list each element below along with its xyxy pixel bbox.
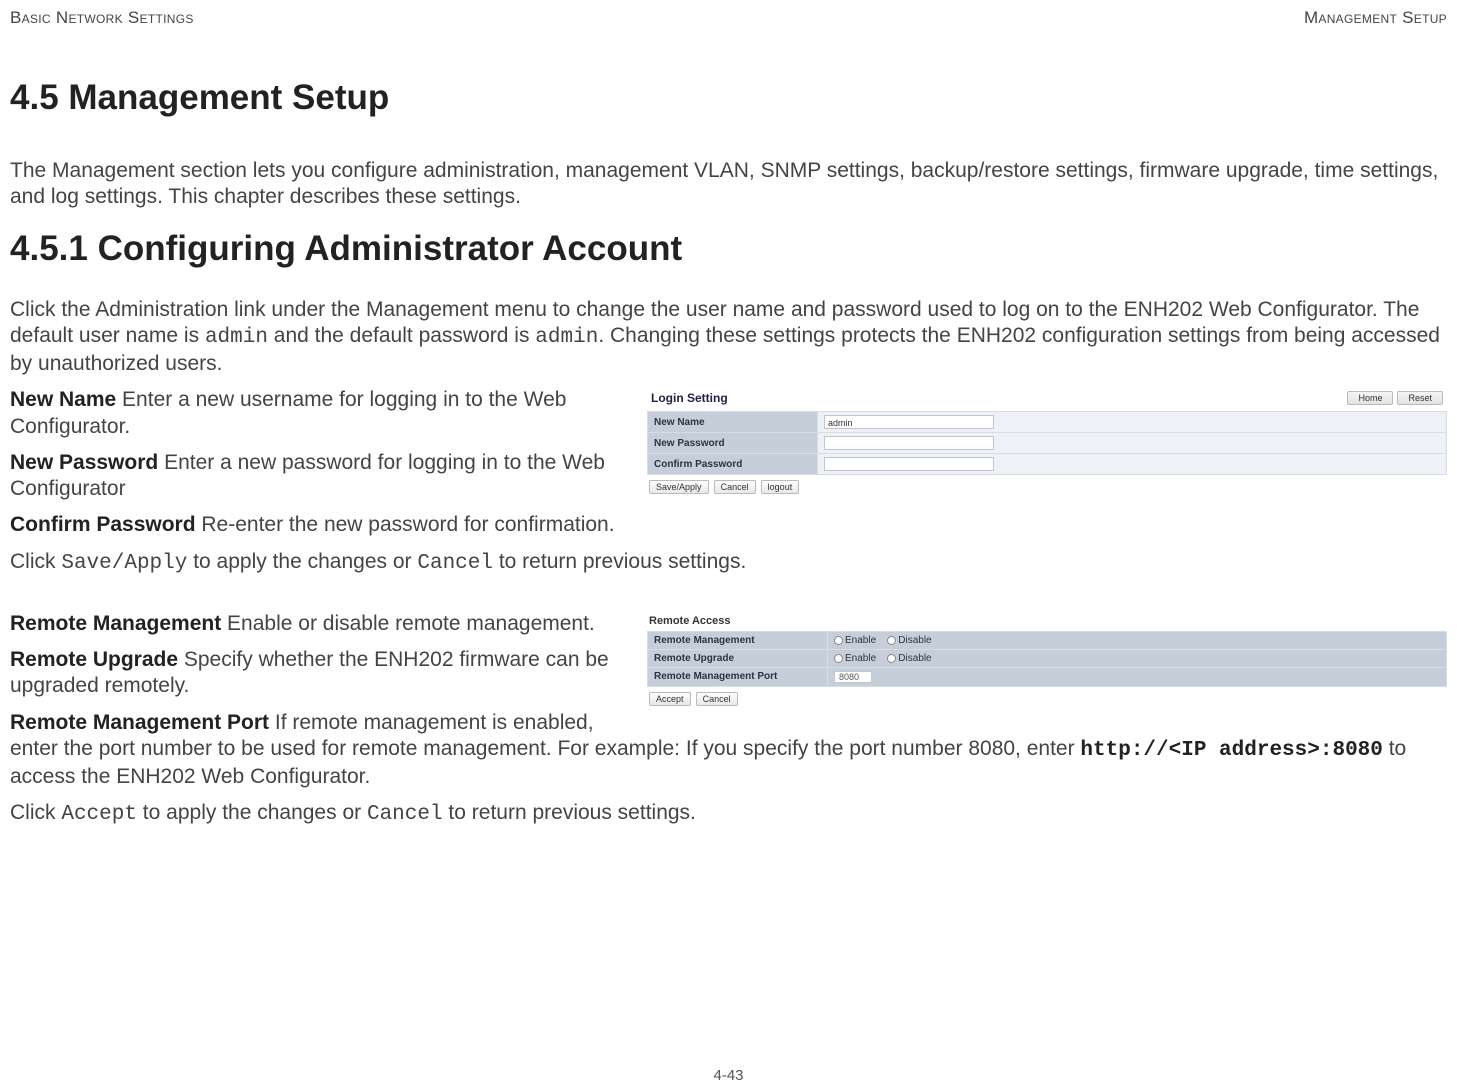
new-password-input[interactable] [824,436,994,450]
radio-icon[interactable] [887,636,896,645]
confirm-password-label: Confirm Password [648,454,818,475]
def-remote-port: Remote Management Port If remote managem… [10,710,1447,791]
new-password-value-cell [818,433,1447,454]
cancel-button[interactable]: Cancel [696,692,738,706]
apply1-paragraph: Click Save/Apply to apply the changes or… [10,549,1447,577]
remote-upgrade-value-cell: Enable Disable [828,649,1447,667]
disable-option[interactable]: Disable [898,635,931,646]
table-row: New Password [648,433,1447,454]
cancel-button[interactable]: Cancel [714,480,756,494]
def-new-password-label: New Password [10,451,158,474]
table-row: Remote Management Port 8080 [648,667,1447,686]
table-row: Remote Upgrade Enable Disable [648,649,1447,667]
def-remote-port-label: Remote Management Port [10,711,269,734]
running-header: Basic Network Settings Management Setup [10,8,1447,28]
admin-intro-code1: admin [205,326,268,349]
intro-paragraph: The Management section lets you configur… [10,158,1447,211]
def-confirm-password-label: Confirm Password [10,513,196,536]
radio-icon[interactable] [834,636,843,645]
new-name-input[interactable]: admin [824,415,994,429]
table-row: Confirm Password [648,454,1447,475]
def-remote-upgrade-label: Remote Upgrade [10,648,178,671]
apply1-code1: Save/Apply [61,552,187,575]
admin-intro-b: and the default password is [268,324,535,347]
radio-icon[interactable] [834,654,843,663]
def-remote-port-code: http://<IP address>:8080 [1080,739,1382,762]
remote-port-label-cell: Remote Management Port [648,667,828,686]
apply2-c: to return previous settings. [443,801,696,824]
apply1-a: Click [10,550,61,573]
home-button[interactable]: Home [1347,391,1393,405]
remote-mgmt-value-cell: Enable Disable [828,631,1447,649]
login-setting-figure: Login Setting Home Reset New Name admin … [647,389,1447,499]
subsection-heading: 4.5.1 Configuring Administrator Account [10,229,1447,269]
enable-option[interactable]: Enable [845,653,876,664]
remote-access-figure: Remote Access Remote Management Enable D… [647,613,1447,711]
admin-intro-paragraph: Click the Administration link under the … [10,297,1447,378]
admin-intro-code2: admin [535,326,598,349]
remote-access-title: Remote Access [647,613,1447,631]
table-row: Remote Management Enable Disable [648,631,1447,649]
apply1-c: to return previous settings. [493,550,746,573]
remote-upgrade-label: Remote Upgrade [648,649,828,667]
new-password-label: New Password [648,433,818,454]
remote-access-table: Remote Management Enable Disable Remote … [647,631,1447,687]
def-new-name-label: New Name [10,388,116,411]
enable-option[interactable]: Enable [845,635,876,646]
save-apply-button[interactable]: Save/Apply [649,480,709,494]
confirm-password-input[interactable] [824,457,994,471]
confirm-password-value-cell [818,454,1447,475]
page-number: 4-43 [0,1067,1457,1084]
logout-button[interactable]: logout [761,480,800,494]
apply1-code2: Cancel [417,552,493,575]
def-confirm-password: Confirm Password Re-enter the new passwo… [10,512,1447,538]
login-setting-title: Login Setting [651,391,728,405]
radio-icon[interactable] [887,654,896,663]
disable-option[interactable]: Disable [898,653,931,664]
apply2-code1: Accept [61,803,137,826]
def-confirm-password-text: Re-enter the new password for confirmati… [196,513,615,536]
header-right: Management Setup [1304,8,1447,28]
accept-button[interactable]: Accept [649,692,691,706]
apply2-a: Click [10,801,61,824]
remote-mgmt-label: Remote Management [648,631,828,649]
reset-button[interactable]: Reset [1397,391,1443,405]
apply2-code2: Cancel [367,803,443,826]
header-left: Basic Network Settings [10,8,194,28]
table-row: New Name admin [648,412,1447,433]
def-remote-mgmt-text: Enable or disable remote management. [221,612,595,635]
apply2-paragraph: Click Accept to apply the changes or Can… [10,800,1447,828]
apply1-b: to apply the changes or [187,550,417,573]
remote-port-value-cell: 8080 [828,667,1447,686]
remote-port-input[interactable]: 8080 [834,671,872,683]
new-name-value-cell: admin [818,412,1447,433]
apply2-b: to apply the changes or [137,801,367,824]
section-heading: 4.5 Management Setup [10,78,1447,118]
new-name-label: New Name [648,412,818,433]
def-remote-mgmt-label: Remote Management [10,612,221,635]
login-setting-table: New Name admin New Password Confirm Pass… [647,411,1447,475]
